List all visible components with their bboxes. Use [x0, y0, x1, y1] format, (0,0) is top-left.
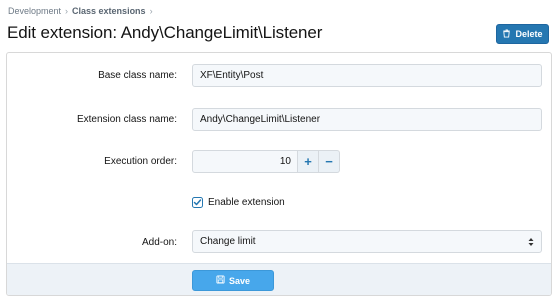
minus-icon: −	[325, 154, 333, 169]
page-title: Edit extension: Andy\ChangeLimit\Listene…	[7, 23, 323, 42]
execution-order-label: Execution order:	[104, 156, 177, 167]
breadcrumb-separator: ›	[149, 6, 153, 16]
base-class-label: Base class name:	[98, 70, 177, 81]
enable-extension-option[interactable]: Enable extension	[192, 197, 285, 208]
decrement-button[interactable]: −	[319, 150, 340, 173]
execution-order-input[interactable]: 10	[192, 150, 298, 173]
save-button-label: Save	[228, 275, 251, 286]
addon-select[interactable]: Change limit	[192, 230, 542, 253]
breadcrumb-item-class-extensions[interactable]: Class extensions	[72, 6, 146, 16]
extension-form: Base class name: XF\Entity\Post Extensio…	[6, 52, 552, 296]
increment-button[interactable]: +	[298, 150, 319, 173]
delete-button-label: Delete	[515, 29, 543, 39]
breadcrumb-separator: ›	[65, 6, 69, 16]
enable-extension-label: Enable extension	[208, 197, 285, 208]
execution-order-value: 10	[279, 156, 291, 167]
extension-class-input[interactable]: Andy\ChangeLimit\Listener	[192, 108, 542, 131]
form-submit-row: Save	[7, 263, 551, 295]
base-class-value: XF\Entity\Post	[200, 70, 264, 81]
base-class-input[interactable]: XF\Entity\Post	[192, 64, 542, 87]
trash-icon	[502, 28, 511, 40]
execution-order-stepper: 10 + −	[192, 150, 340, 173]
breadcrumb-item-development[interactable]: Development	[8, 6, 61, 16]
delete-button[interactable]: Delete	[496, 24, 549, 44]
breadcrumb: Development › Class extensions ›	[8, 6, 157, 16]
enable-extension-checkbox[interactable]	[192, 197, 203, 208]
select-arrows-icon	[528, 237, 534, 247]
extension-class-label: Extension class name:	[76, 114, 177, 125]
plus-icon: +	[304, 154, 312, 169]
addon-label: Add-on:	[141, 237, 177, 248]
save-icon	[216, 275, 225, 286]
addon-selected-value: Change limit	[200, 236, 256, 247]
save-button[interactable]: Save	[192, 270, 274, 291]
extension-class-value: Andy\ChangeLimit\Listener	[200, 114, 321, 125]
